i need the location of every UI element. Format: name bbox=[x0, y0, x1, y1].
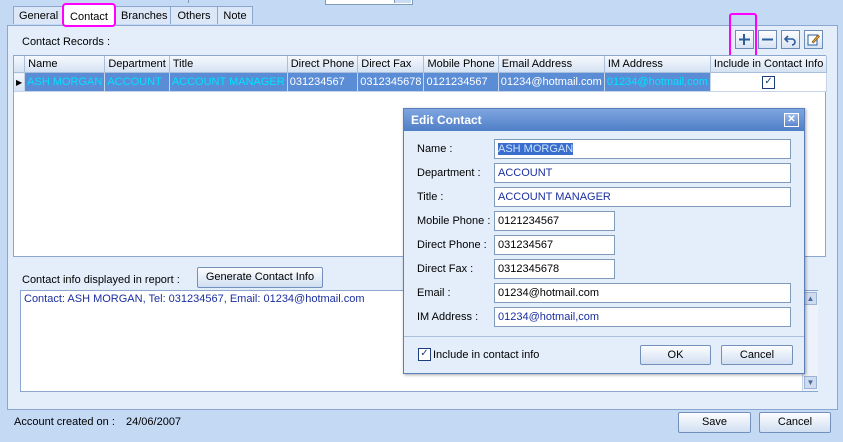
dialog-title: Edit Contact bbox=[404, 109, 804, 131]
include-contact-info-label: Include in contact info bbox=[433, 349, 540, 361]
col-header-email[interactable]: Email Address bbox=[498, 56, 605, 73]
cell-im[interactable]: 01234@hotmail,com bbox=[604, 72, 711, 92]
add-record-button[interactable] bbox=[735, 30, 754, 49]
label-direct-fax: Direct Fax : bbox=[417, 263, 474, 275]
close-icon[interactable]: ✕ bbox=[784, 113, 799, 127]
cancel-button[interactable]: Cancel bbox=[759, 412, 831, 433]
label-department: Department : bbox=[417, 167, 481, 179]
col-header-name[interactable]: Name bbox=[24, 56, 106, 73]
tab-branches[interactable]: Branches bbox=[115, 6, 171, 24]
label-title: Title : bbox=[417, 191, 444, 203]
undo-icon bbox=[784, 35, 796, 46]
table-row[interactable]: ▶ ASH MORGAN ACCOUNT ACCOUNT MANAGER 031… bbox=[14, 72, 828, 92]
contact-records-label: Contact Records : bbox=[22, 36, 111, 48]
col-header-department[interactable]: Department bbox=[104, 56, 170, 73]
label-mobile-phone: Mobile Phone : bbox=[417, 215, 491, 227]
cell-include[interactable]: ✓ bbox=[710, 72, 828, 92]
name-value: ASH MORGAN bbox=[498, 143, 574, 155]
cell-email[interactable]: 01234@hotmail.com bbox=[498, 72, 605, 92]
top-divider bbox=[188, 0, 189, 3]
col-header-direct-phone[interactable]: Direct Phone bbox=[287, 56, 359, 73]
grid-header-row: Name Department Title Direct Phone Direc… bbox=[14, 56, 828, 73]
edit-record-button[interactable] bbox=[804, 30, 823, 49]
undo-record-button[interactable] bbox=[781, 30, 800, 49]
label-im-address: IM Address : bbox=[417, 311, 479, 323]
cell-mobile-phone[interactable]: 0121234567 bbox=[423, 72, 499, 92]
cell-name[interactable]: ASH MORGAN bbox=[24, 72, 106, 92]
top-field-button[interactable] bbox=[394, 0, 411, 3]
include-checkbox[interactable]: ✓ bbox=[762, 75, 776, 89]
cell-title[interactable]: ACCOUNT MANAGER bbox=[169, 72, 288, 92]
tab-others[interactable]: Others bbox=[170, 6, 218, 24]
tab-general[interactable]: General bbox=[13, 6, 63, 24]
scroll-up-icon[interactable]: ▲ bbox=[804, 292, 817, 305]
direct-fax-field[interactable]: 0312345678 bbox=[494, 259, 615, 279]
cell-department[interactable]: ACCOUNT bbox=[104, 72, 170, 92]
col-header-im[interactable]: IM Address bbox=[604, 56, 711, 73]
label-email: Email : bbox=[417, 287, 451, 299]
scroll-down-icon[interactable]: ▼ bbox=[804, 376, 817, 389]
ok-button[interactable]: OK bbox=[640, 345, 711, 365]
col-header-include[interactable]: Include in Contact Info bbox=[710, 56, 828, 73]
label-name: Name : bbox=[417, 143, 453, 155]
account-created-date: 24/06/2007 bbox=[126, 416, 182, 428]
save-button[interactable]: Save bbox=[678, 412, 751, 433]
col-header-mobile-phone[interactable]: Mobile Phone bbox=[423, 56, 499, 73]
tab-note[interactable]: Note bbox=[217, 6, 253, 24]
col-header-title[interactable]: Title bbox=[169, 56, 288, 73]
plus-icon bbox=[739, 34, 750, 45]
remove-record-button[interactable] bbox=[758, 30, 777, 49]
dialog-cancel-button[interactable]: Cancel bbox=[721, 345, 793, 365]
label-direct-phone: Direct Phone : bbox=[417, 239, 487, 251]
dialog-footer: ✓ Include in contact info OK Cancel bbox=[404, 336, 804, 374]
direct-phone-field[interactable]: 031234567 bbox=[494, 235, 615, 255]
im-address-field[interactable]: 01234@hotmail,com bbox=[494, 307, 791, 327]
minus-icon bbox=[762, 38, 773, 41]
edit-icon bbox=[807, 34, 820, 46]
report-text: Contact: ASH MORGAN, Tel: 031234567, Ema… bbox=[24, 293, 365, 305]
account-created-label: Account created on : bbox=[14, 416, 115, 428]
department-field[interactable]: ACCOUNT bbox=[494, 163, 791, 183]
col-header-direct-fax[interactable]: Direct Fax bbox=[357, 56, 425, 73]
include-contact-info-checkbox[interactable]: ✓ bbox=[418, 348, 431, 361]
edit-contact-dialog: Edit Contact ✕ Name : ASH MORGAN Departm… bbox=[403, 108, 805, 374]
cell-direct-phone[interactable]: 031234567 bbox=[287, 72, 359, 92]
tab-contact[interactable]: Contact bbox=[62, 3, 116, 27]
grid-header-indicator bbox=[14, 56, 26, 73]
row-indicator: ▶ bbox=[14, 72, 26, 92]
mobile-phone-field[interactable]: 0121234567 bbox=[494, 211, 615, 231]
title-field[interactable]: ACCOUNT MANAGER bbox=[494, 187, 791, 207]
email-field[interactable]: 01234@hotmail.com bbox=[494, 283, 791, 303]
generate-contact-info-button[interactable]: Generate Contact Info bbox=[197, 267, 323, 288]
name-field[interactable]: ASH MORGAN bbox=[494, 139, 791, 159]
cell-direct-fax[interactable]: 0312345678 bbox=[357, 72, 425, 92]
report-label: Contact info displayed in report : bbox=[22, 274, 180, 286]
